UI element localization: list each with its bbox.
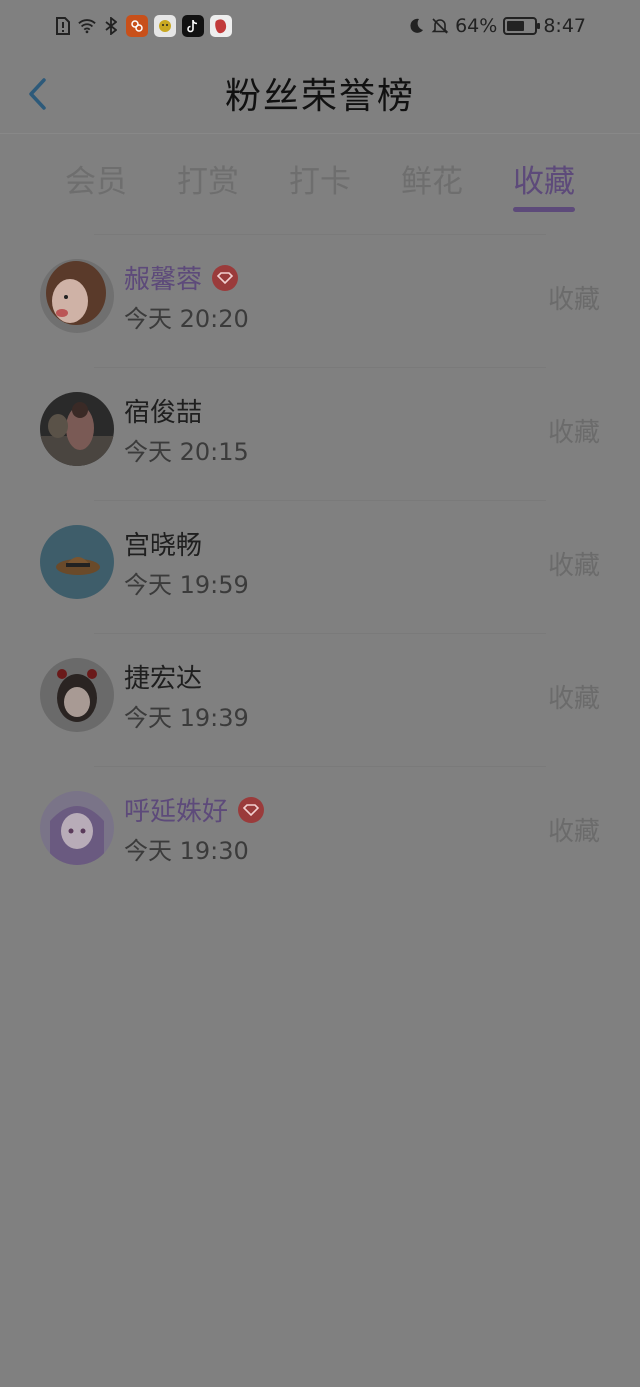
tab-label: 打卡: [289, 164, 351, 200]
list-item[interactable]: 呼延姝好 今天 19:30 收藏: [0, 767, 640, 899]
fan-name[interactable]: 捷宏达: [124, 658, 202, 695]
timestamp: 今天 20:15: [124, 438, 249, 466]
battery-level-fill: [507, 21, 525, 31]
app-icon-yellow: [154, 15, 176, 37]
clock: 8:47: [543, 15, 586, 37]
back-button[interactable]: [22, 76, 52, 112]
vip-diamond-icon: [212, 264, 239, 291]
list-item[interactable]: 赧馨蓉 今天 20:20 收藏: [0, 235, 640, 367]
chevron-left-icon: [29, 78, 46, 110]
fan-name[interactable]: 赧馨蓉: [124, 259, 202, 296]
name-line: 呼延姝好: [124, 791, 265, 828]
avatar[interactable]: [40, 525, 114, 599]
name-line: 赧馨蓉: [124, 259, 239, 296]
status-bar-left: [54, 15, 232, 37]
fan-name[interactable]: 呼延姝好: [124, 791, 228, 828]
tab-membership[interactable]: 会员: [40, 148, 152, 214]
active-tab-indicator: [513, 207, 575, 212]
name-line: 捷宏达: [124, 658, 202, 695]
fan-list: 赧馨蓉 今天 20:20 收藏 宿俊喆 今天 20:15 收藏 宫晓畅 今天 1…: [0, 234, 640, 899]
bell-muted-icon: [431, 17, 449, 35]
moon-icon: [407, 17, 425, 35]
tab-tips[interactable]: 打赏: [152, 148, 264, 214]
page-title: 粉丝荣誉榜: [224, 75, 415, 117]
tab-bar: 会员 打赏 打卡 鲜花 收藏: [40, 148, 600, 214]
action-label: 收藏: [547, 817, 600, 847]
tab-flowers[interactable]: 鲜花: [376, 148, 488, 214]
timestamp: 今天 20:20: [124, 305, 249, 333]
status-bar-right: 64% 8:47: [407, 15, 586, 37]
timestamp: 今天 19:30: [124, 837, 249, 865]
fan-name[interactable]: 宫晓畅: [124, 525, 202, 562]
tab-label: 收藏: [513, 164, 575, 200]
app-header: 粉丝荣誉榜: [0, 52, 640, 134]
fan-name[interactable]: 宿俊喆: [124, 392, 202, 429]
status-bar: 64% 8:47: [0, 0, 640, 52]
name-line: 宿俊喆: [124, 392, 202, 429]
avatar[interactable]: [40, 791, 114, 865]
list-item[interactable]: 宿俊喆 今天 20:15 收藏: [0, 368, 640, 500]
avatar[interactable]: [40, 259, 114, 333]
wifi-icon: [78, 17, 96, 35]
list-item[interactable]: 宫晓畅 今天 19:59 收藏: [0, 501, 640, 633]
tab-label: 打赏: [177, 164, 239, 200]
battery-icon: [503, 17, 541, 35]
tab-checkin[interactable]: 打卡: [264, 148, 376, 214]
sim-alert-icon: [54, 17, 72, 35]
action-label: 收藏: [547, 551, 600, 581]
avatar[interactable]: [40, 658, 114, 732]
battery-percent: 64%: [455, 15, 498, 37]
action-label: 收藏: [547, 418, 600, 448]
tab-label: 会员: [65, 164, 127, 200]
avatar[interactable]: [40, 392, 114, 466]
tiktok-icon: [182, 15, 204, 37]
name-line: 宫晓畅: [124, 525, 202, 562]
timestamp: 今天 19:39: [124, 704, 249, 732]
tab-favorites[interactable]: 收藏: [488, 148, 600, 214]
tab-label: 鲜花: [401, 164, 463, 200]
app-icon-red: [210, 15, 232, 37]
timestamp: 今天 19:59: [124, 571, 249, 599]
vip-diamond-icon: [238, 796, 265, 823]
list-item[interactable]: 捷宏达 今天 19:39 收藏: [0, 634, 640, 766]
app-icon-orange: [126, 15, 148, 37]
action-label: 收藏: [547, 285, 600, 315]
bluetooth-icon: [102, 17, 120, 35]
action-label: 收藏: [547, 684, 600, 714]
